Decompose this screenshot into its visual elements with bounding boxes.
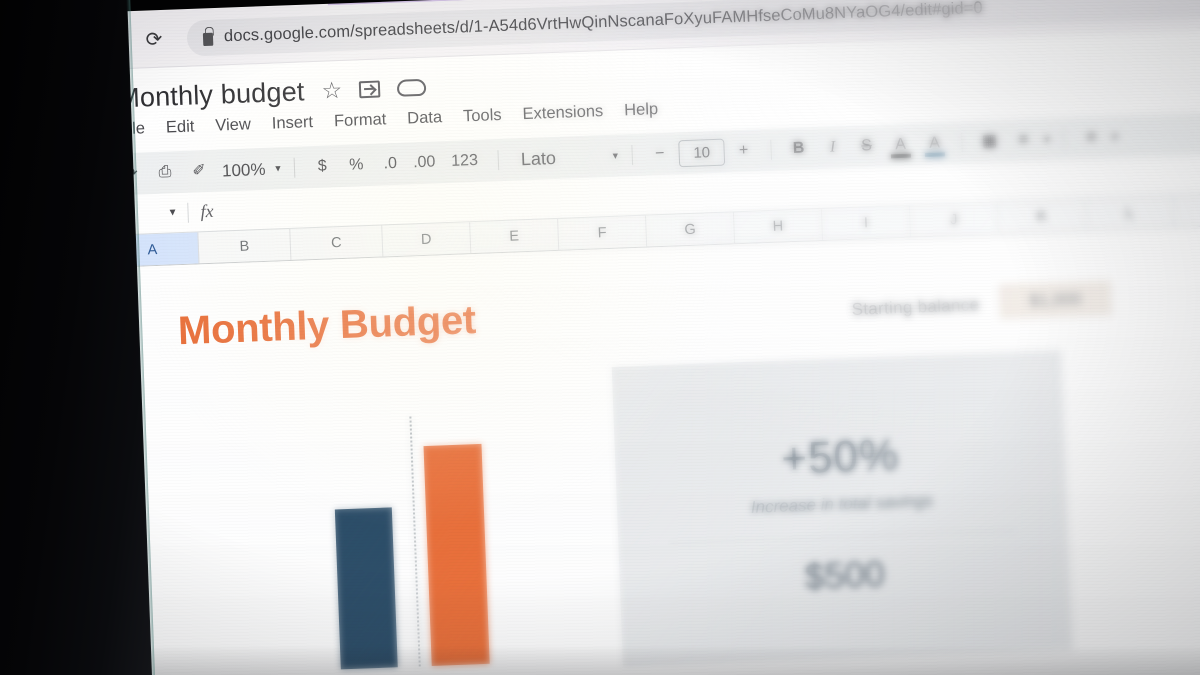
reload-icon[interactable]: ⟳	[143, 28, 166, 51]
font-family-select[interactable]: Lato	[511, 146, 608, 171]
starting-balance-label: Starting balance	[851, 295, 980, 319]
column-header-e[interactable]: E	[470, 218, 560, 254]
font-chevron-down-icon[interactable]: ▼	[611, 151, 620, 161]
font-size-increase-button[interactable]: +	[728, 142, 759, 159]
name-box-chevron-down-icon[interactable]: ▼	[159, 207, 185, 219]
budget-bar-chart	[263, 400, 603, 672]
column-header-k[interactable]: K	[997, 199, 1087, 234]
name-box[interactable]: A1	[67, 204, 160, 225]
zoom-level[interactable]: 100%	[218, 159, 270, 180]
menu-item-view[interactable]: View	[215, 115, 251, 135]
sheet-canvas[interactable]: Monthly Budget Starting balance $1,000 +…	[107, 223, 1200, 670]
google-sheets-app: Monthly budget File Edit View Insert For…	[48, 25, 1200, 670]
stat-divider	[670, 529, 1017, 544]
move-to-folder-icon[interactable]	[358, 80, 381, 99]
decrease-decimal-button[interactable]: .0	[375, 155, 406, 173]
borders-icon[interactable]: ▦	[974, 132, 1005, 150]
column-header-d[interactable]: D	[382, 222, 472, 257]
row-header-9[interactable]: 9	[58, 342, 112, 378]
redo-icon[interactable]: ↷	[116, 165, 147, 182]
column-header-b[interactable]: B	[198, 228, 292, 264]
toolbar-divider-2	[497, 150, 500, 171]
align-chevron-down-icon[interactable]: ▼	[1110, 132, 1119, 142]
column-header-l[interactable]: L	[1085, 195, 1175, 231]
menu-item-file[interactable]: File	[118, 119, 145, 139]
merge-cells-icon[interactable]: ≡	[1008, 131, 1039, 149]
fill-color-letter: A	[928, 134, 941, 152]
row-header-15[interactable]: 15	[67, 577, 122, 642]
select-all-corner[interactable]	[54, 235, 108, 269]
row-header-14[interactable]: 14	[65, 519, 120, 580]
stat-percent-value: +50%	[780, 430, 900, 484]
bold-button[interactable]: B	[783, 140, 814, 157]
print-icon[interactable]: ⎙	[150, 163, 181, 181]
horizontal-align-icon[interactable]: ≡	[1076, 129, 1107, 146]
back-icon[interactable]: ←	[63, 31, 86, 54]
budget-heading: Monthly Budget	[177, 298, 477, 354]
toolbar-divider-3	[631, 145, 634, 166]
row-header-7[interactable]: 7	[55, 267, 110, 312]
column-header-f[interactable]: F	[558, 215, 648, 250]
fill-color-button[interactable]: A	[919, 134, 950, 158]
stat-caption: Increase in total savings	[750, 491, 934, 517]
google-sheets-logo-icon	[67, 88, 105, 135]
menu-item-extensions[interactable]: Extensions	[522, 102, 603, 124]
screenshot-stage: Monthly budget - Google Shee ✕ + ← → ⟳ d…	[0, 0, 1200, 675]
undo-icon[interactable]: ↶	[82, 166, 113, 184]
column-header-i[interactable]: I	[821, 205, 911, 240]
menu-item-help[interactable]: Help	[624, 100, 659, 120]
toolbar-divider-5	[961, 132, 963, 153]
font-size-decrease-button[interactable]: −	[644, 145, 675, 162]
row-header-8[interactable]: 8	[57, 309, 111, 345]
formula-divider	[187, 202, 189, 223]
strikethrough-button[interactable]: S	[851, 137, 882, 155]
toolbar-divider-6	[1063, 128, 1065, 149]
zoom-chevron-down-icon[interactable]: ▼	[273, 163, 282, 173]
monitor-screen: Monthly budget - Google Shee ✕ + ← → ⟳ d…	[44, 0, 1200, 675]
text-color-letter: A	[894, 135, 907, 154]
column-header-h[interactable]: H	[733, 208, 824, 244]
fx-icon: fx	[200, 200, 214, 222]
chart-dotted-divider	[409, 416, 421, 667]
address-bar-url: docs.google.com/spreadsheets/d/1-A54d6Vr…	[223, 0, 984, 46]
starting-balance-value[interactable]: $1,000	[998, 280, 1113, 320]
paint-format-icon[interactable]: ✐	[184, 162, 215, 180]
column-header-j[interactable]: J	[909, 202, 999, 237]
menu-item-data[interactable]: Data	[407, 108, 443, 128]
menu-item-edit[interactable]: Edit	[166, 117, 195, 137]
currency-format-button[interactable]: $	[307, 158, 338, 175]
menu-item-format[interactable]: Format	[334, 110, 387, 131]
increase-decimal-button[interactable]: .00	[409, 153, 440, 171]
row-header-13[interactable]: 13	[63, 464, 118, 522]
row-header-12[interactable]: 12	[61, 435, 115, 467]
row-header-11[interactable]: 11	[60, 408, 114, 438]
cloud-saved-icon	[397, 79, 423, 96]
more-formats-button[interactable]: 123	[443, 152, 486, 171]
toolbar-divider-1	[294, 157, 296, 178]
column-header-m[interactable]: M	[1173, 192, 1200, 227]
savings-stat-card: +50% Increase in total savings $500	[611, 350, 1073, 667]
merge-chevron-down-icon[interactable]: ▼	[1042, 134, 1051, 144]
text-color-button[interactable]: A	[885, 135, 916, 159]
column-header-a[interactable]: A	[106, 232, 200, 267]
row-header-10[interactable]: 10	[59, 375, 113, 411]
italic-button[interactable]: I	[817, 138, 848, 156]
font-size-input[interactable]: 10	[678, 138, 726, 167]
menu-item-insert[interactable]: Insert	[271, 113, 313, 134]
column-header-c[interactable]: C	[290, 225, 384, 260]
forward-icon[interactable]: →	[103, 30, 126, 53]
menu-item-tools[interactable]: Tools	[463, 106, 502, 126]
spreadsheet-grid: A B C D E F G H I J K L M 7	[54, 190, 1200, 670]
star-icon[interactable]	[321, 79, 342, 103]
stat-amount-value: $500	[803, 552, 886, 597]
percent-format-button[interactable]: %	[341, 156, 372, 174]
chart-bar-planned	[334, 507, 398, 670]
chart-bar-actual	[423, 443, 490, 666]
column-header-g[interactable]: G	[646, 212, 736, 247]
toolbar-divider-4	[770, 139, 773, 160]
lock-icon	[202, 32, 214, 46]
grid-body: 7 8 9 10 11 12 13 14 15 Monthly Budget S…	[55, 223, 1200, 670]
doc-title[interactable]: Monthly budget	[117, 76, 305, 114]
